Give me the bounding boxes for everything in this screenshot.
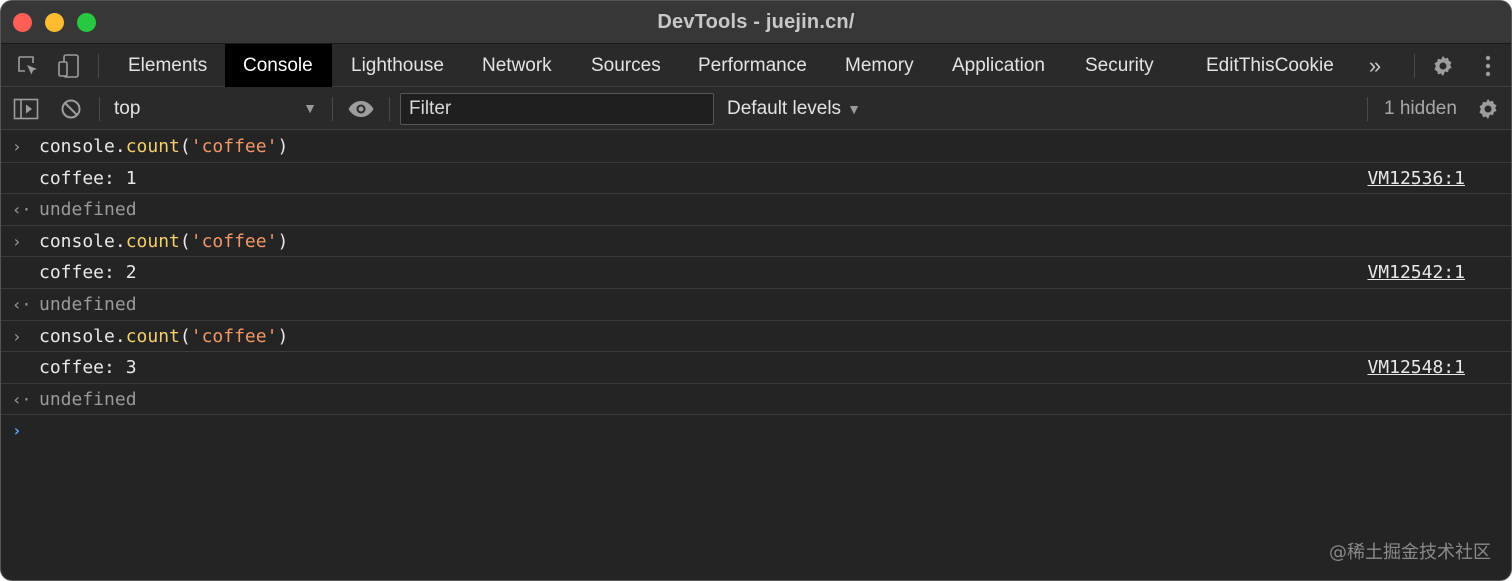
kebab-menu-icon[interactable] (1477, 44, 1499, 87)
toolbar-divider (99, 97, 100, 121)
log-output: coffee: 3 (39, 357, 137, 379)
console-prompt[interactable]: › (1, 415, 1511, 447)
context-selector[interactable]: top ▼ (101, 87, 323, 130)
eye-icon[interactable] (346, 87, 376, 130)
console-result-line: ‹· undefined (1, 384, 1511, 416)
toolbar-divider (389, 97, 390, 121)
result-value: undefined (39, 199, 137, 221)
filter-input[interactable] (400, 93, 714, 125)
device-toolbar-icon[interactable] (55, 44, 83, 87)
log-levels-label: Default levels (727, 98, 842, 119)
window-title: DevTools - juejin.cn/ (657, 11, 855, 33)
tab-network[interactable]: Network (464, 44, 570, 87)
context-selector-value: top (114, 98, 141, 119)
gear-icon[interactable] (1429, 44, 1457, 87)
tab-sources[interactable]: Sources (573, 44, 679, 87)
console-log-line: coffee: 2 VM12542:1 (1, 257, 1511, 289)
toolbar-divider (98, 54, 99, 78)
tab-security[interactable]: Security (1067, 44, 1172, 87)
tab-lighthouse[interactable]: Lighthouse (333, 44, 462, 87)
title-bar: DevTools - juejin.cn/ (1, 1, 1511, 44)
tab-memory[interactable]: Memory (827, 44, 932, 87)
more-tabs-icon[interactable]: » (1362, 44, 1388, 87)
prompt-chevron-icon: › (12, 421, 22, 441)
tab-editthiscookie[interactable]: EditThisCookie (1188, 44, 1352, 87)
console-result-line: ‹· undefined (1, 289, 1511, 321)
toolbar-divider (332, 97, 333, 121)
tab-console[interactable]: Console (225, 44, 332, 87)
log-levels-dropdown[interactable]: Default levels ▼ (727, 87, 861, 130)
tab-elements[interactable]: Elements (110, 44, 225, 87)
inspect-element-icon[interactable] (13, 44, 43, 87)
command-text: console.count('coffee') (39, 230, 289, 252)
command-text: console.count('coffee') (39, 136, 289, 157)
toolbar-divider (1414, 54, 1415, 78)
console-result-line: ‹· undefined (1, 194, 1511, 226)
result-arrow-icon: ‹· (12, 200, 32, 220)
hidden-messages-count[interactable]: 1 hidden (1384, 87, 1457, 130)
console-toolbar: top ▼ Default levels ▼ 1 hidden (1, 87, 1511, 130)
tab-application[interactable]: Application (934, 44, 1063, 87)
console-log-line: coffee: 3 VM12548:1 (1, 352, 1511, 384)
source-link[interactable]: VM12542:1 (1367, 257, 1465, 288)
tab-performance[interactable]: Performance (680, 44, 825, 87)
clear-console-icon[interactable] (58, 87, 84, 130)
input-chevron-icon: › (12, 137, 22, 156)
source-link[interactable]: VM12548:1 (1367, 352, 1465, 383)
toolbar-divider (1367, 97, 1368, 121)
input-chevron-icon: › (12, 326, 22, 346)
input-chevron-icon: › (12, 231, 22, 251)
result-arrow-icon: ‹· (12, 389, 32, 409)
watermark: @稀土掘金技术社区 (1329, 542, 1491, 563)
dropdown-arrow-icon: ▼ (303, 100, 317, 116)
command-text: console.count('coffee') (39, 325, 289, 347)
devtools-window: DevTools - juejin.cn/ Elements Console L… (0, 0, 1512, 581)
log-output: coffee: 1 (39, 167, 137, 189)
console-input-line: › console.count('coffee') (1, 226, 1511, 258)
sidebar-toggle-icon[interactable] (12, 87, 40, 130)
console-input-line: › console.count('coffee') (1, 131, 1511, 163)
source-link[interactable]: VM12536:1 (1367, 163, 1465, 194)
dropdown-arrow-icon: ▼ (847, 101, 861, 117)
result-value: undefined (39, 388, 137, 410)
log-output: coffee: 2 (39, 262, 137, 284)
console-input-line: › console.count('coffee') (1, 321, 1511, 353)
console-messages: › console.count('coffee') coffee: 1 VM12… (1, 131, 1511, 447)
console-settings-gear-icon[interactable] (1474, 87, 1502, 130)
panel-tab-bar: Elements Console Lighthouse Network Sour… (1, 44, 1511, 87)
result-arrow-icon: ‹· (12, 294, 32, 314)
result-value: undefined (39, 293, 137, 315)
console-log-line: coffee: 1 VM12536:1 (1, 163, 1511, 195)
